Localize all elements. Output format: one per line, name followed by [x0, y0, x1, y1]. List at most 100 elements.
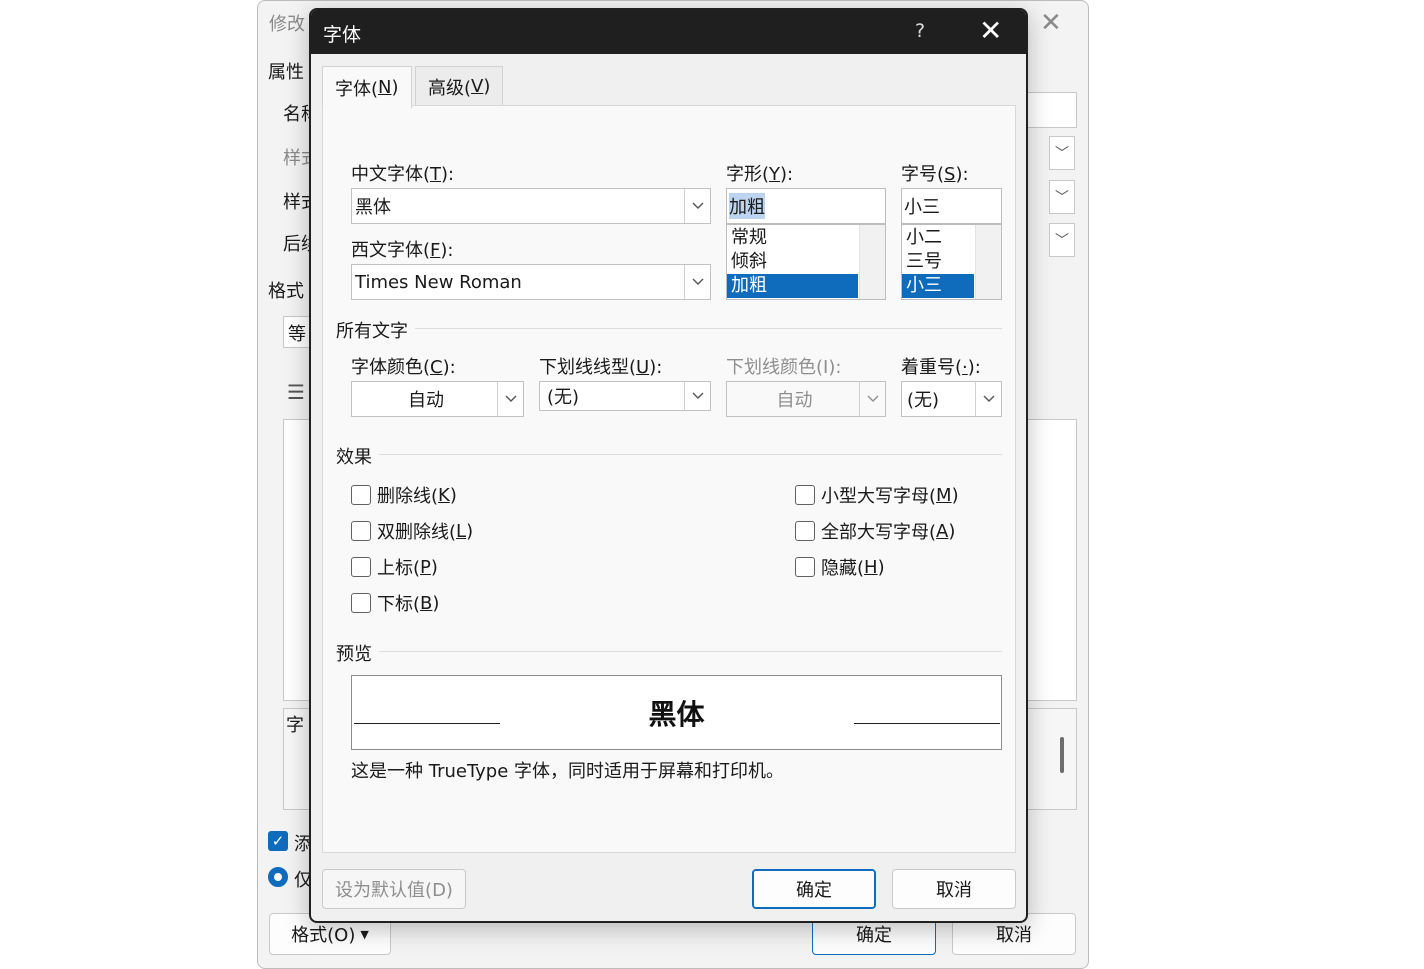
list-item[interactable]: 三号 — [902, 250, 974, 274]
effects-section-title: 效果 — [336, 447, 372, 468]
checkbox-key: M — [936, 484, 952, 506]
bg-description-scroll — [1026, 708, 1077, 810]
checkbox-key: H — [864, 556, 878, 578]
bg-preview-box-right — [1026, 419, 1077, 701]
scrollbar[interactable] — [859, 225, 885, 299]
help-icon[interactable]: ? — [915, 20, 925, 42]
font-style-label-end: ): — [780, 164, 794, 185]
bg-format-label: 格式 — [268, 281, 304, 302]
underline-style-label-end: ): — [649, 357, 663, 378]
checkbox-box[interactable] — [351, 593, 371, 613]
checkbox-box[interactable] — [351, 485, 371, 505]
list-item[interactable]: 常规 — [727, 226, 858, 250]
all-caps-checkbox[interactable]: 全部大写字母(A) — [795, 518, 955, 544]
bg-properties-label: 属性 — [268, 62, 304, 83]
section-divider — [415, 328, 1002, 329]
bg-name-input[interactable] — [1026, 92, 1077, 128]
bg-chevron-down-icon[interactable]: ﹀ — [1049, 180, 1075, 214]
bg-chevron-down-icon[interactable]: ﹀ — [1049, 136, 1075, 170]
checkbox-end: ) — [948, 520, 956, 542]
checkbox-box[interactable] — [351, 521, 371, 541]
checkbox-end: ) — [430, 556, 438, 578]
chevron-down-icon — [859, 382, 885, 416]
bg-align-icon[interactable]: ☰ — [287, 380, 305, 404]
preview-section-title: 预览 — [336, 644, 372, 665]
bg-only-this-doc-radio[interactable] — [268, 867, 288, 887]
section-divider — [379, 454, 1002, 455]
bg-add-to-gallery-checkbox[interactable]: ✓ — [268, 831, 288, 851]
font-color-value: 自动 — [408, 390, 444, 411]
subscript-checkbox[interactable]: 下标(B) — [351, 590, 439, 616]
all-text-section-title: 所有文字 — [336, 321, 408, 342]
font-size-input[interactable]: 小三 — [901, 188, 1002, 224]
checkbox-label: 全部大写字母( — [821, 522, 937, 543]
font-size-label-key: S — [944, 164, 956, 185]
close-icon[interactable]: ✕ — [979, 14, 1002, 47]
checkbox-box[interactable] — [795, 521, 815, 541]
chevron-down-icon[interactable] — [684, 382, 710, 410]
checkbox-key: B — [420, 592, 433, 614]
checkbox-label: 删除线( — [377, 486, 439, 507]
ok-button[interactable]: 确定 — [752, 869, 876, 909]
chevron-down-icon[interactable] — [975, 382, 1001, 416]
chevron-down-icon[interactable] — [684, 265, 710, 299]
dialog-titlebar: 字体 ? ✕ — [311, 10, 1026, 54]
font-style-list[interactable]: 常规 倾斜 加粗 — [726, 224, 886, 300]
emphasis-combo[interactable]: (无) — [901, 381, 1002, 417]
bg-title: 修改 — [269, 14, 305, 35]
list-item[interactable]: 倾斜 — [727, 250, 858, 274]
checkbox-key: P — [420, 556, 431, 578]
font-size-label: 字号(S): — [901, 160, 969, 186]
font-size-input-value: 小三 — [904, 197, 940, 218]
cn-font-combo[interactable]: 黑体 — [351, 188, 711, 224]
checkbox-key: K — [438, 484, 450, 506]
list-item-selected[interactable]: 加粗 — [727, 274, 858, 298]
chevron-down-icon[interactable] — [684, 189, 710, 223]
font-color-combo[interactable]: 自动 — [351, 381, 524, 417]
underline-style-combo[interactable]: (无) — [539, 381, 711, 411]
bg-format-button-label: 格式(O) — [291, 925, 356, 946]
font-color-label-end: ): — [442, 357, 456, 378]
strikethrough-checkbox[interactable]: 删除线(K) — [351, 482, 457, 508]
checkbox-box[interactable] — [795, 557, 815, 577]
checkbox-box[interactable] — [351, 557, 371, 577]
double-strikethrough-checkbox[interactable]: 双删除线(L) — [351, 518, 473, 544]
west-font-combo[interactable]: Times New Roman — [351, 264, 711, 300]
font-size-list[interactable]: 小二 三号 小三 — [901, 224, 1002, 300]
hidden-checkbox[interactable]: 隐藏(H) — [795, 554, 885, 580]
font-size-label-end: ): — [955, 164, 969, 185]
list-item-selected[interactable]: 小三 — [902, 274, 974, 298]
bg-close-icon[interactable]: ✕ — [1040, 8, 1062, 38]
checkbox-box[interactable] — [795, 485, 815, 505]
cancel-button[interactable]: 取消 — [892, 869, 1016, 909]
set-default-button: 设为默认值(D) — [322, 869, 466, 909]
tab-font-end: ) — [391, 77, 399, 98]
underline-style-label: 下划线线型(U): — [539, 353, 662, 379]
font-color-label: 字体颜色(C): — [351, 353, 456, 379]
tab-advanced[interactable]: 高级(V) — [415, 66, 504, 106]
bg-preview-box — [283, 419, 311, 701]
small-caps-checkbox[interactable]: 小型大写字母(M) — [795, 482, 959, 508]
list-item[interactable]: 小二 — [902, 226, 974, 250]
checkbox-end: ) — [449, 484, 457, 506]
west-font-label: 西文字体(F): — [351, 236, 453, 262]
tab-font[interactable]: 字体(N) — [322, 66, 412, 108]
bg-font-combo-value: 等 — [288, 324, 306, 345]
font-style-label: 字形(Y): — [726, 160, 793, 186]
checkbox-end: ) — [466, 520, 474, 542]
tab-font-key: N — [378, 77, 392, 98]
bg-scrollbar-thumb[interactable] — [1060, 737, 1064, 773]
chevron-down-icon[interactable] — [497, 382, 523, 416]
preview-box: 黑体 — [351, 675, 1002, 750]
tab-advanced-end: ) — [483, 76, 491, 97]
font-style-input[interactable]: 加粗 — [726, 188, 886, 224]
checkbox-label: 双删除线( — [377, 522, 457, 543]
checkbox-label: 小型大写字母( — [821, 486, 937, 507]
tab-font-label: 字体( — [335, 78, 379, 100]
bg-chevron-down-icon[interactable]: ﹀ — [1049, 223, 1075, 257]
scrollbar[interactable] — [975, 225, 1001, 299]
tab-advanced-key: V — [471, 76, 484, 97]
cn-font-label-end: ): — [441, 164, 455, 185]
superscript-checkbox[interactable]: 上标(P) — [351, 554, 438, 580]
font-dialog: 字体 ? ✕ 字体(N) 高级(V) 中文字体(T): 黑体 西文字体(F): … — [309, 8, 1028, 923]
